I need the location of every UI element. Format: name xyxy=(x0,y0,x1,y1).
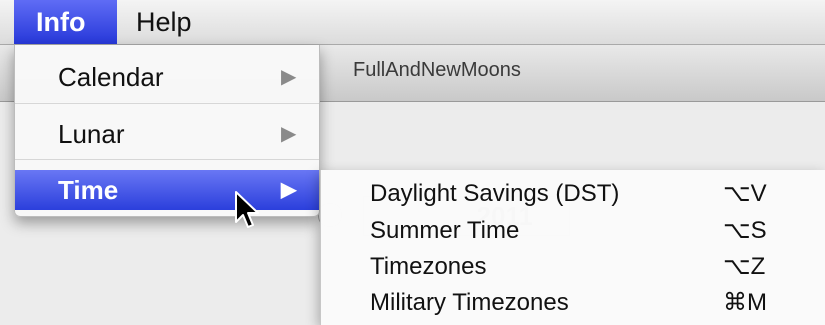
menu-item-calendar[interactable]: Calendar ▶ xyxy=(15,57,319,97)
submenu-item-label: Timezones xyxy=(370,253,487,280)
submenu-item-summer-time[interactable]: Summer Time ⌥S xyxy=(321,214,825,248)
menu-item-label: Lunar xyxy=(58,119,125,149)
menu-item-label: Calendar xyxy=(58,62,164,92)
submenu-item-daylight-savings[interactable]: Daylight Savings (DST) ⌥V xyxy=(321,177,825,211)
time-submenu: Daylight Savings (DST) ⌥V Summer Time ⌥S… xyxy=(320,170,825,325)
menu-item-lunar[interactable]: Lunar ▶ xyxy=(15,114,319,154)
submenu-item-timezones[interactable]: Timezones ⌥Z xyxy=(321,250,825,284)
menubar-help[interactable]: Help xyxy=(136,0,192,44)
submenu-arrow-icon: ▶ xyxy=(281,179,297,201)
keyboard-shortcut: ⌥V xyxy=(723,180,767,207)
info-menu: Calendar ▶ Lunar ▶ Time ▶ xyxy=(14,45,320,217)
keyboard-shortcut: ⌘M xyxy=(723,289,767,316)
keyboard-shortcut: ⌥S xyxy=(723,217,767,244)
arrow-cursor-icon xyxy=(235,191,259,228)
menu-bar: Info Help xyxy=(0,0,825,45)
submenu-item-label: Military Timezones xyxy=(370,289,569,316)
submenu-arrow-icon: ▶ xyxy=(281,66,297,88)
submenu-arrow-icon: ▶ xyxy=(281,123,297,145)
menu-item-time[interactable]: Time ▶ xyxy=(15,170,319,210)
submenu-item-label: Summer Time xyxy=(370,217,520,244)
menu-separator xyxy=(15,159,319,160)
menu-separator xyxy=(15,103,319,104)
menubar-info[interactable]: Info xyxy=(14,0,117,44)
submenu-item-military-timezones[interactable]: Military Timezones ⌘M xyxy=(321,286,825,320)
keyboard-shortcut: ⌥Z xyxy=(723,253,766,280)
submenu-item-label: Daylight Savings (DST) xyxy=(370,180,620,207)
menu-item-label: Time xyxy=(58,175,119,205)
window-title: FullAndNewMoons xyxy=(353,59,521,81)
